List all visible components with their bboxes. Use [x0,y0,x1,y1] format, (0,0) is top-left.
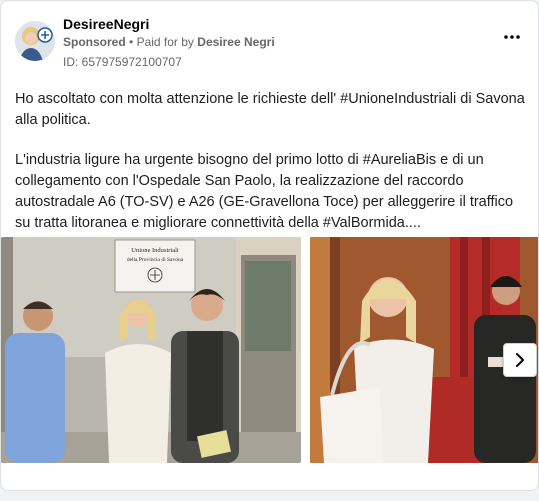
post-text: Ho ascoltato con molta attenzione le ric… [15,89,525,253]
plaque-line-1: Unione Industriali [131,247,179,254]
avatar[interactable] [15,21,55,61]
paid-for-name[interactable]: Desiree Negri [197,35,274,49]
post-header: DesireeNegri Sponsored • Paid for by Des… [15,11,524,73]
more-options-button[interactable] [500,25,524,49]
sponsored-label: Sponsored [63,35,126,49]
more-horizontal-icon [504,35,520,39]
separator: • [129,35,134,49]
post-paragraph-2: L'industria ligure ha urgente bisogno de… [15,152,514,231]
ad-id: ID: 657975972100707 [63,55,182,69]
post-paragraph-1: Ho ascoltato con molta attenzione le ric… [15,91,525,128]
paid-for-prefix: Paid for by [136,35,194,49]
chevron-right-icon [516,353,524,367]
image-carousel[interactable]: Unione Industriali della Provincia di Sa… [1,237,538,463]
sponsored-line: Sponsored • Paid for by Desiree Negri [63,35,275,49]
carousel-next-button[interactable] [503,343,537,377]
ad-card: DesireeNegri Sponsored • Paid for by Des… [0,0,539,491]
plaque-line-2: della Provincia di Savona [127,257,184,263]
unione-industriali-logo-icon [147,267,163,283]
page-name[interactable]: DesireeNegri [63,16,149,32]
carousel-photo-1[interactable]: Unione Industriali della Provincia di Sa… [1,237,301,463]
